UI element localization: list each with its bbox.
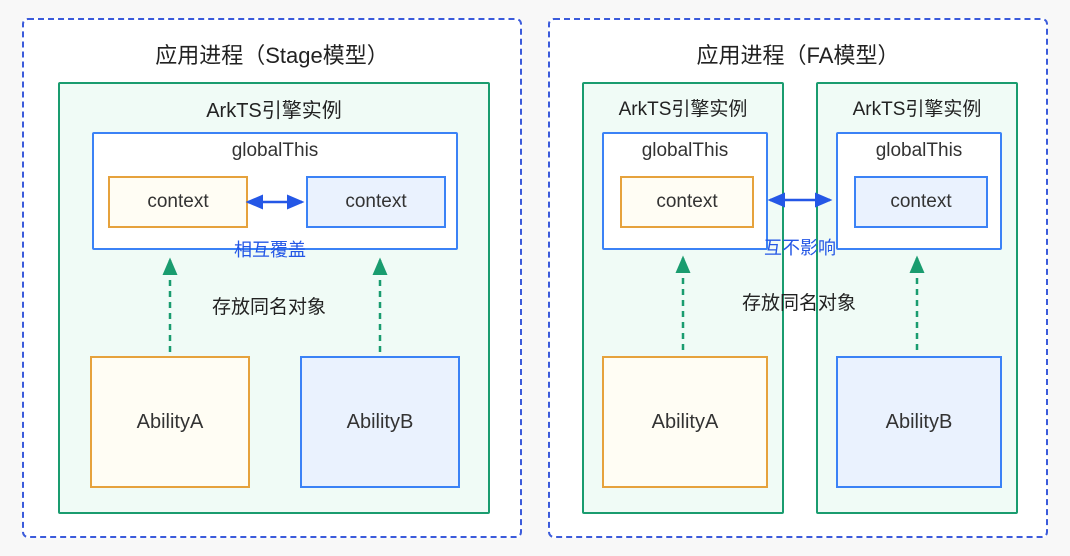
fa-globalthis-b: globalThis context xyxy=(836,132,1002,250)
stage-engine-title: ArkTS引擎实例 xyxy=(60,94,488,123)
fa-global-b-title: globalThis xyxy=(838,140,1000,162)
fa-arrow-label: 互不影响 xyxy=(764,234,836,260)
fa-context-b: context xyxy=(854,176,988,228)
stage-globalthis: globalThis context context xyxy=(92,132,458,250)
fa-ability-b: AbilityB xyxy=(836,356,1002,488)
stage-arrow-label: 相互覆盖 xyxy=(234,236,306,262)
stage-ability-a: AbilityA xyxy=(90,356,250,488)
fa-model-panel: 应用进程（FA模型） ArkTS引擎实例 globalThis context … xyxy=(548,18,1048,538)
stage-context-b: context xyxy=(306,176,446,228)
stage-global-title: globalThis xyxy=(94,140,456,162)
fa-note: 存放同名对象 xyxy=(742,288,856,315)
fa-ability-a: AbilityA xyxy=(602,356,768,488)
fa-context-a: context xyxy=(620,176,754,228)
fa-engine-b-title: ArkTS引擎实例 xyxy=(818,94,1016,121)
fa-engine-a-title: ArkTS引擎实例 xyxy=(584,94,782,121)
stage-title: 应用进程（Stage模型） xyxy=(24,38,520,70)
stage-engine: ArkTS引擎实例 globalThis context context 相互覆… xyxy=(58,82,490,514)
stage-note: 存放同名对象 xyxy=(212,292,326,319)
stage-context-a: context xyxy=(108,176,248,228)
stage-ability-b: AbilityB xyxy=(300,356,460,488)
fa-globalthis-a: globalThis context xyxy=(602,132,768,250)
fa-global-a-title: globalThis xyxy=(604,140,766,162)
stage-model-panel: 应用进程（Stage模型） ArkTS引擎实例 globalThis conte… xyxy=(22,18,522,538)
fa-title: 应用进程（FA模型） xyxy=(550,38,1046,70)
